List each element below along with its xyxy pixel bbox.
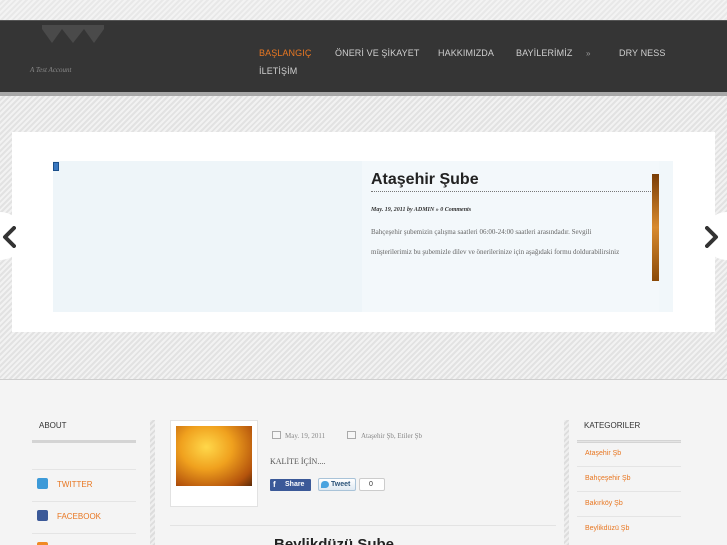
category-item[interactable]: Beylikdüzü Şb (577, 516, 681, 541)
twitter-icon (37, 478, 48, 489)
facebook-share-button[interactable]: f Share (270, 479, 311, 491)
site-logo[interactable] (42, 25, 104, 47)
social-link-rss[interactable] (32, 533, 136, 545)
nav-item-home[interactable]: BAŞLANGIÇ (259, 48, 311, 58)
slide-right-strip (659, 161, 673, 312)
top-pattern-strip (0, 0, 727, 20)
slide-side-thumbnail (652, 174, 659, 281)
category-label[interactable]: Beylikdüzü Şb (585, 525, 629, 532)
about-widget-underline (32, 440, 136, 443)
nav-item-suggestions[interactable]: ÖNERİ VE ŞİKAYET (335, 48, 419, 58)
about-widget-title: ABOUT (39, 421, 67, 430)
slide-title[interactable]: Ataşehir Şube (371, 171, 479, 189)
social-link-facebook[interactable]: FACEBOOK (32, 501, 136, 533)
column-separator-right (564, 420, 569, 545)
category-label[interactable]: Bahçeşehir Şb (585, 475, 631, 482)
facebook-icon (37, 510, 48, 521)
post-divider (170, 525, 556, 526)
nav-submenu-indicator: » (586, 49, 591, 58)
category-label[interactable]: Ataşehir Şb (585, 450, 621, 457)
chevron-left-icon (3, 226, 16, 248)
share-count-value: 0 (369, 481, 373, 488)
slide-image[interactable] (53, 161, 373, 312)
post-categories[interactable]: Ataşehir Şb, Etiler Şb (361, 432, 422, 440)
share-label: Share (285, 481, 305, 488)
nav-item-about[interactable]: HAKKIMIZDA (438, 48, 494, 58)
category-item[interactable]: Bakırköy Şb (577, 491, 681, 516)
social-link-twitter[interactable]: TWITTER (32, 469, 136, 501)
twitter-bird-icon (321, 481, 329, 488)
categories-widget-title: KATEGORILER (584, 421, 641, 430)
tweet-button[interactable]: Tweet (318, 478, 356, 491)
broken-image-icon (53, 162, 59, 171)
calendar-icon (272, 431, 281, 439)
slide-excerpt-line-2: müşterilerimiz bu şubemizle dilev ve öne… (371, 248, 620, 256)
category-item[interactable]: Ataşehir Şb (577, 441, 681, 466)
post-date: May. 19, 2011 (285, 432, 326, 440)
share-count: 0 (359, 478, 385, 491)
folder-icon (347, 431, 356, 439)
nav-item-dealers[interactable]: BAYİLERİMİZ (516, 48, 572, 58)
facebook-label[interactable]: FACEBOOK (57, 512, 101, 521)
slide-meta: May. 19, 2011 by ADMIN » 0 Comments (371, 207, 472, 213)
category-item[interactable]: Bahçeşehir Şb (577, 466, 681, 491)
column-separator-left (150, 420, 155, 545)
category-label[interactable]: Bakırköy Şb (585, 500, 623, 507)
nav-item-contact[interactable]: İLETİŞİM (259, 66, 297, 76)
next-post-title[interactable]: Beylikdüzü Şube (274, 536, 394, 545)
facebook-f-icon: f (273, 480, 276, 489)
chevron-right-icon (705, 226, 718, 248)
slide-title-underline (371, 191, 653, 192)
post-excerpt: KALİTE İÇİN.... (270, 457, 326, 466)
tweet-label: Tweet (331, 481, 351, 488)
nav-item-dry-ness[interactable]: DRY NESS (619, 48, 666, 58)
slide-excerpt-line-1: Bahçeşehir şubemizin çalışma saatleri 06… (371, 228, 592, 236)
twitter-label[interactable]: TWITTER (57, 480, 93, 489)
post-thumbnail[interactable] (176, 426, 252, 486)
site-tagline: A Test Account (30, 66, 72, 74)
